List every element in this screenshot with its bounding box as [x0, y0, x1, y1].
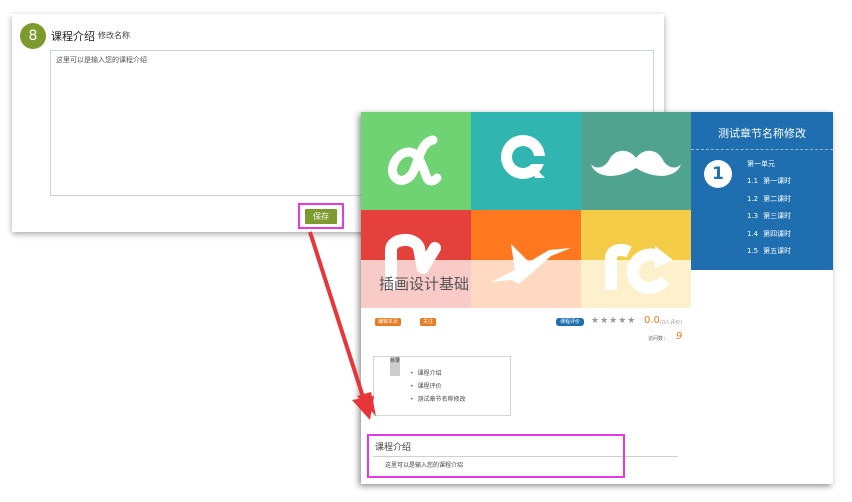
red-arrow-icon: [308, 231, 376, 420]
